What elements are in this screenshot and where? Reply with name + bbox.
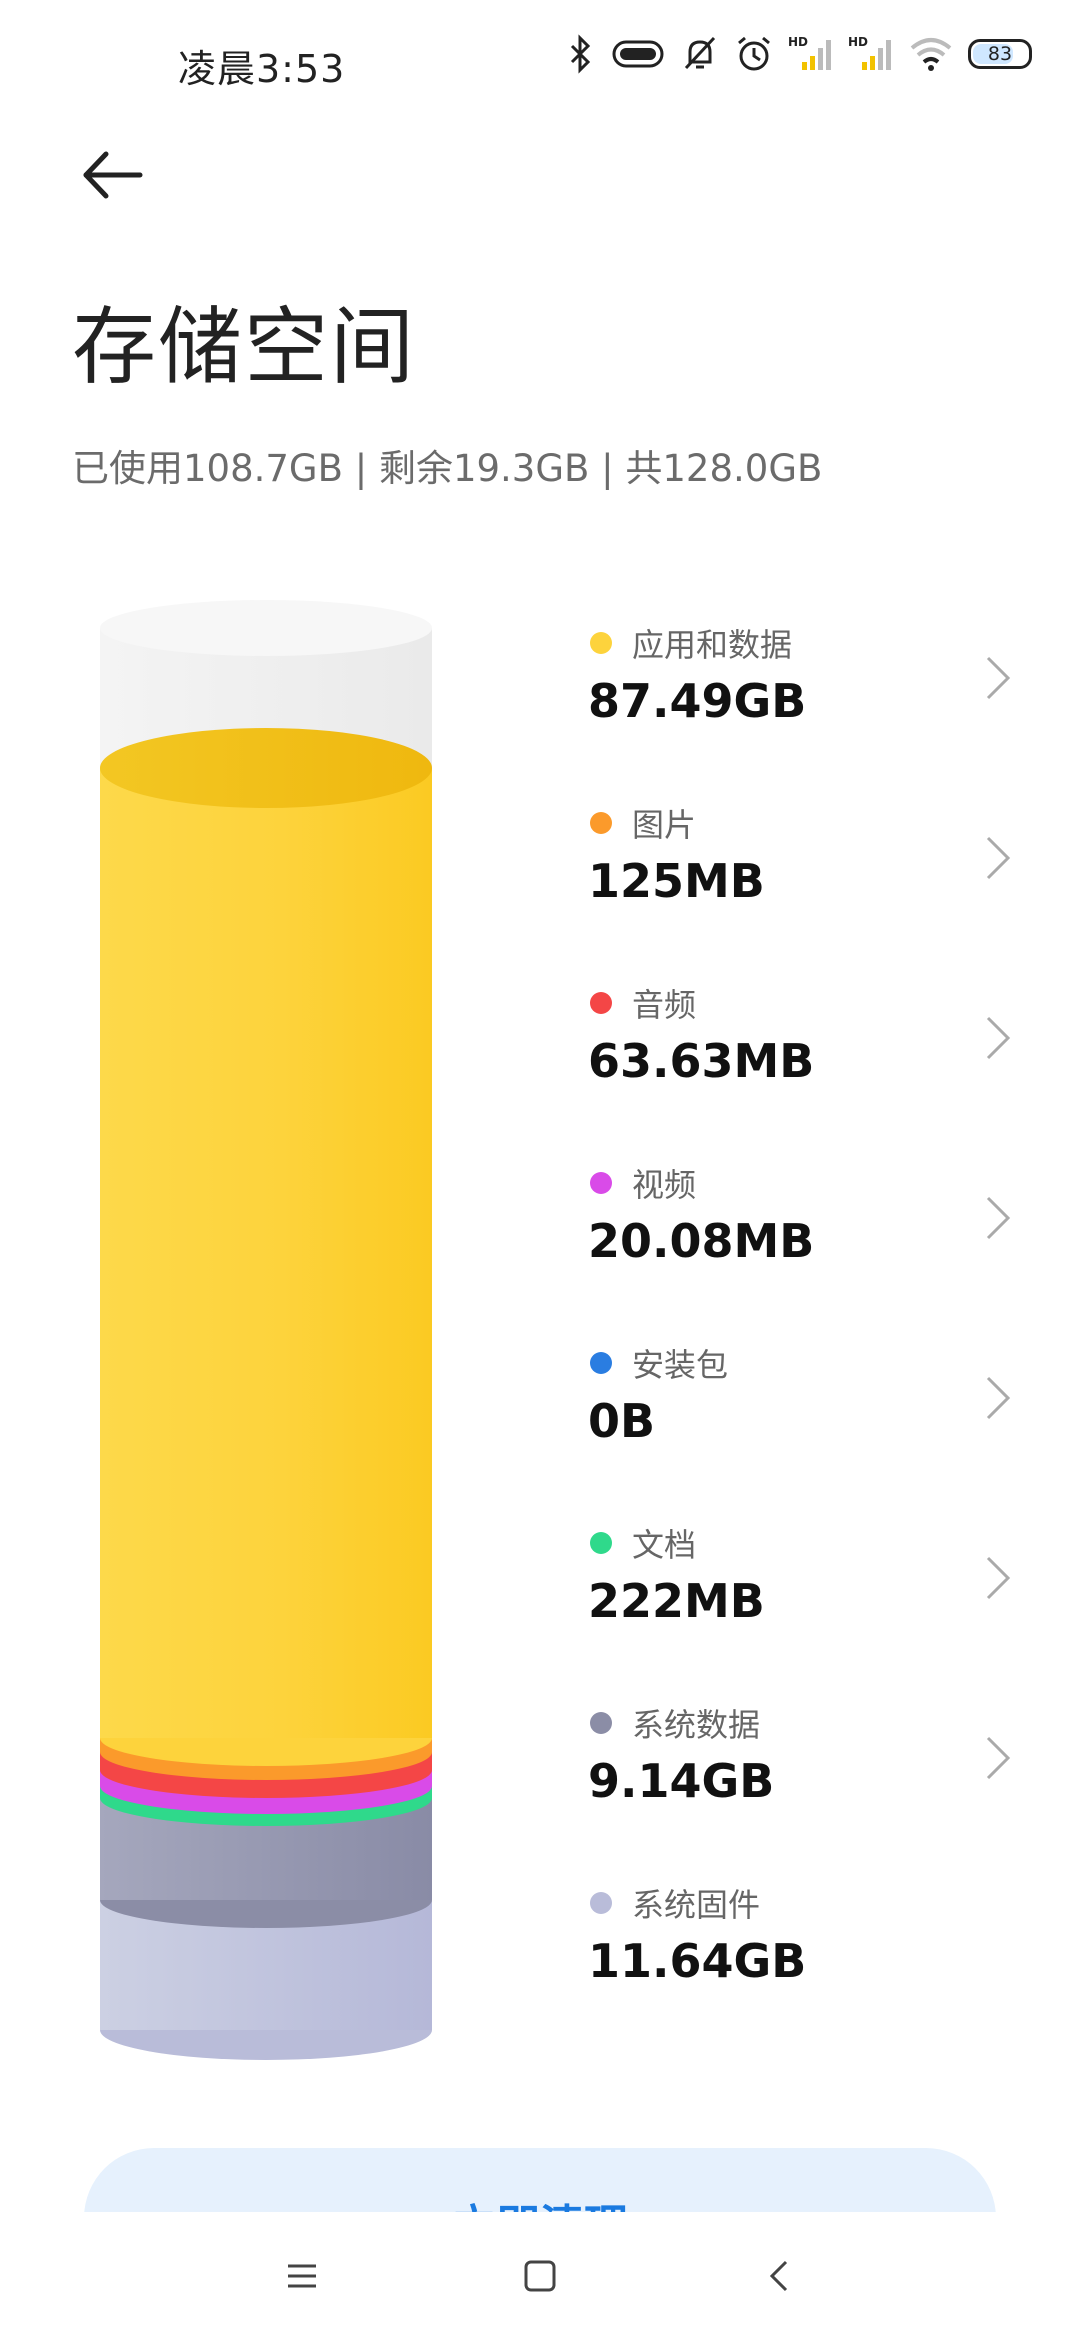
chevron-right-icon [986, 656, 1011, 700]
color-dot [590, 632, 612, 654]
category-size: 87.49GB [588, 674, 807, 728]
svg-text:HD: HD [788, 35, 808, 49]
chevron-right-icon [986, 1376, 1011, 1420]
category-audio[interactable]: 音频 63.63MB [580, 980, 1020, 1160]
category-label: 文档 [632, 1526, 697, 1564]
chevron-right-icon [986, 1016, 1011, 1060]
color-dot [590, 812, 612, 834]
battery-icon: 83 [968, 39, 1032, 69]
status-time: 凌晨3:53 [178, 47, 346, 91]
category-images[interactable]: 图片 125MB [580, 800, 1020, 980]
category-size: 9.14GB [588, 1754, 775, 1808]
storage-cylinder-chart [100, 600, 432, 2060]
category-documents[interactable]: 文档 222MB [580, 1520, 1020, 1700]
storage-category-list: 应用和数据 87.49GB 图片 125MB 音频 63.63MB 视频 20.… [580, 620, 1020, 2060]
status-bar: 凌晨3:53 HD HD 83 [0, 0, 1080, 120]
category-size: 11.64GB [588, 1934, 807, 1988]
category-label: 系统数据 [632, 1706, 761, 1744]
chevron-right-icon [986, 1736, 1011, 1780]
category-label: 应用和数据 [632, 626, 793, 664]
chevron-right-icon [986, 836, 1011, 880]
category-label: 图片 [632, 806, 697, 844]
category-label: 安装包 [632, 1346, 729, 1384]
signal-hd-icon: HD [788, 35, 831, 70]
category-size: 0B [588, 1394, 656, 1448]
segment-apps-top [100, 728, 432, 808]
category-size: 63.63MB [588, 1034, 815, 1088]
category-apps-data[interactable]: 应用和数据 87.49GB [580, 620, 1020, 800]
color-dot [590, 1172, 612, 1194]
back-icon[interactable] [758, 2254, 802, 2298]
page-title: 存储空间 [72, 298, 417, 396]
category-label: 音频 [632, 986, 697, 1024]
chevron-right-icon [986, 1196, 1011, 1240]
segment-apps-data [100, 768, 432, 1738]
category-video[interactable]: 视频 20.08MB [580, 1160, 1020, 1340]
svg-text:HD: HD [848, 35, 868, 49]
color-dot [590, 1352, 612, 1374]
color-dot [590, 1532, 612, 1554]
category-size: 222MB [588, 1574, 765, 1628]
storage-summary: 已使用108.7GB | 剩余19.3GB | 共128.0GB [72, 447, 823, 490]
category-size: 125MB [588, 854, 765, 908]
menu-icon[interactable] [280, 2254, 324, 2298]
category-system-data[interactable]: 系统数据 9.14GB [580, 1700, 1020, 1880]
color-dot [590, 1712, 612, 1734]
home-icon[interactable] [518, 2254, 562, 2298]
back-arrow-icon[interactable] [78, 140, 148, 210]
mute-icon [684, 36, 716, 70]
alarm-icon [738, 36, 770, 71]
category-label: 系统固件 [632, 1886, 761, 1924]
system-nav-bar [0, 2212, 1080, 2340]
category-label: 视频 [632, 1166, 697, 1204]
cylinder-top-cap [100, 600, 432, 656]
bluetooth-icon [570, 34, 591, 74]
chevron-right-icon [986, 1556, 1011, 1600]
category-install-packages[interactable]: 安装包 0B [580, 1340, 1020, 1520]
color-dot [590, 1892, 612, 1914]
category-system-firmware: 系统固件 11.64GB [580, 1880, 1020, 2060]
color-dot [590, 992, 612, 1014]
vibrate-icon [612, 40, 664, 68]
signal-hd-icon: HD [848, 35, 891, 70]
wifi-icon [910, 38, 952, 71]
category-size: 20.08MB [588, 1214, 815, 1268]
status-icons: HD HD 83 [566, 34, 1032, 74]
